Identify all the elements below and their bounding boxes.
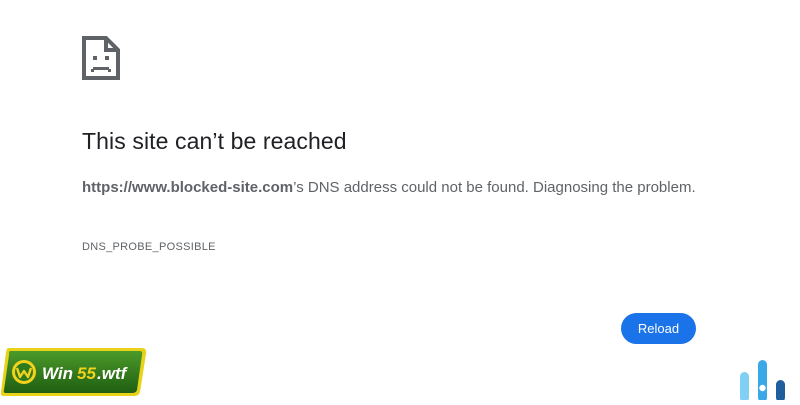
error-title: This site can’t be reached <box>82 128 347 154</box>
bars-logo-icon <box>734 358 800 402</box>
svg-text:.wtf: .wtf <box>97 364 129 383</box>
svg-text:Win: Win <box>42 364 73 383</box>
svg-text:55: 55 <box>77 364 96 383</box>
error-message: ’s DNS address could not be found. Diagn… <box>293 179 696 196</box>
error-host: https://www.blocked-site.com <box>82 179 294 196</box>
error-description: https://www.blocked-site.com’s DNS addre… <box>82 175 702 200</box>
win55-logo-icon: Win 55 .wtf <box>0 346 148 398</box>
error-code: DNS_PROBE_POSSIBLE <box>82 241 216 253</box>
sad-page-icon <box>82 36 120 80</box>
reload-button[interactable]: Reload <box>621 313 696 344</box>
